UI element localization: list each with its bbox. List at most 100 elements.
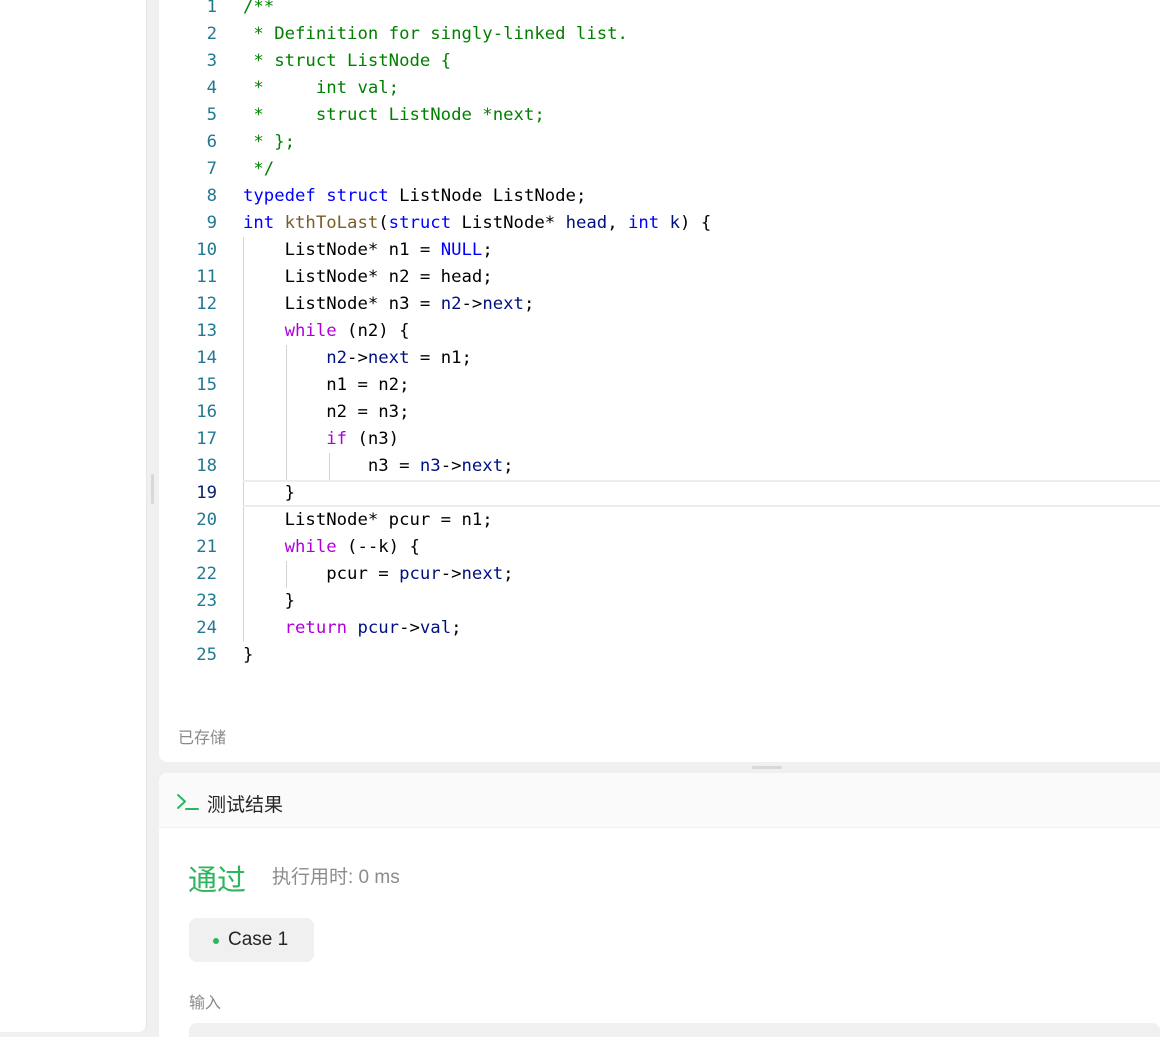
input-value-box: [189, 1023, 1160, 1037]
horizontal-resize-handle[interactable]: [752, 766, 782, 769]
code-text: /**: [243, 0, 274, 21]
code-token: * };: [243, 132, 296, 152]
code-token: }: [243, 591, 296, 611]
code-line[interactable]: 19 }: [159, 480, 1160, 507]
code-token: int: [243, 213, 275, 233]
code-token: ) {: [680, 213, 712, 233]
code-line[interactable]: 1 /**: [159, 0, 1160, 21]
code-token: n2 = n3;: [243, 402, 410, 422]
case-tab-1[interactable]: Case 1: [189, 918, 314, 962]
line-number: 8: [206, 186, 217, 206]
code-line[interactable]: 2 * Definition for singly-linked list.: [159, 21, 1160, 48]
code-token: k: [669, 213, 681, 233]
code-text: while (n2) {: [243, 318, 410, 345]
code-line[interactable]: 21 while (--k) {: [159, 534, 1160, 561]
code-token: kthToLast: [284, 213, 379, 233]
left-panel: [0, 0, 147, 1032]
code-token: (: [378, 213, 389, 233]
code-token: ->: [399, 618, 420, 638]
code-token: ListNode ListNode;: [388, 186, 587, 206]
code-token: int: [628, 213, 660, 233]
line-number: 3: [206, 51, 217, 71]
code-token: ;: [451, 618, 462, 638]
code-token: next: [367, 348, 410, 368]
code-line[interactable]: 13 while (n2) {: [159, 318, 1160, 345]
code-token: struct: [388, 213, 452, 233]
code-line[interactable]: 18 n3 = n3->next;: [159, 453, 1160, 480]
code-text: if (n3): [243, 426, 399, 453]
code-token: (--k) {: [336, 537, 420, 557]
case-tab-label: Case 1: [228, 929, 289, 950]
code-token: n1 = n2;: [243, 375, 410, 395]
code-line[interactable]: 5 * struct ListNode *next;: [159, 102, 1160, 129]
terminal-icon: [177, 794, 199, 810]
code-line[interactable]: 7 */: [159, 156, 1160, 183]
code-line[interactable]: 15 n1 = n2;: [159, 372, 1160, 399]
code-text: * Definition for singly-linked list.: [243, 21, 628, 48]
code-token: ->: [440, 564, 462, 584]
code-line[interactable]: 14 n2->next = n1;: [159, 345, 1160, 372]
code-token: }: [243, 483, 296, 503]
test-result-panel: 测试结果 通过 执行用时: 0 ms Case 1 输入: [159, 773, 1160, 1037]
code-token: ;: [523, 294, 535, 314]
code-token: typedef: [243, 186, 316, 206]
line-number: 20: [196, 510, 217, 530]
case-status-dot: [213, 938, 219, 944]
code-line[interactable]: 11 ListNode* n2 = head;: [159, 264, 1160, 291]
code-text: }: [243, 480, 295, 507]
runtime-info: 执行用时: 0 ms: [272, 867, 400, 888]
code-line[interactable]: 20 ListNode* pcur = n1;: [159, 507, 1160, 534]
line-number: 10: [196, 240, 217, 260]
indent-guide: [243, 480, 244, 507]
line-number: 9: [206, 213, 217, 233]
code-text: int kthToLast(struct ListNode* head, int…: [243, 210, 711, 237]
code-token: ListNode*: [451, 213, 566, 233]
vertical-resize-handle[interactable]: [151, 474, 154, 504]
code-line[interactable]: 22 pcur = pcur->next;: [159, 561, 1160, 588]
code-line[interactable]: 17 if (n3): [159, 426, 1160, 453]
code-text: while (--k) {: [243, 534, 420, 561]
code-token: if: [326, 429, 348, 449]
code-line[interactable]: 16 n2 = n3;: [159, 399, 1160, 426]
code-text: pcur = pcur->next;: [243, 561, 514, 588]
line-number: 24: [196, 618, 217, 638]
code-area[interactable]: 1 /** 2 * Definition for singly-linked lis…: [159, 0, 1160, 669]
code-line[interactable]: 25}: [159, 642, 1160, 669]
code-token: /**: [243, 0, 275, 17]
code-token: val: [419, 618, 452, 638]
code-line[interactable]: 8 typedef struct ListNode ListNode;: [159, 183, 1160, 210]
line-number: 6: [206, 132, 217, 152]
code-token: = n1;: [409, 348, 472, 368]
line-number: 11: [196, 267, 217, 287]
code-token: ;: [503, 564, 514, 584]
code-text: */: [243, 156, 274, 183]
code-line[interactable]: 9 int kthToLast(struct ListNode* head, in…: [159, 210, 1160, 237]
code-token: * struct ListNode *next;: [243, 105, 545, 125]
code-line[interactable]: 3 * struct ListNode {: [159, 48, 1160, 75]
code-editor[interactable]: 1 /** 2 * Definition for singly-linked lis…: [159, 0, 1160, 762]
code-token: return: [284, 618, 348, 638]
code-token: (n2) {: [336, 321, 410, 341]
code-line[interactable]: 24 return pcur->val;: [159, 615, 1160, 642]
result-header: 测试结果: [159, 773, 1160, 828]
code-line[interactable]: 4 * int val;: [159, 75, 1160, 102]
result-title: 测试结果: [207, 795, 284, 816]
code-token: * int val;: [243, 78, 400, 98]
code-text: ListNode* pcur = n1;: [243, 507, 493, 534]
code-line[interactable]: 10 ListNode* n1 = NULL;: [159, 237, 1160, 264]
line-number: 5: [206, 105, 217, 125]
code-line[interactable]: 23 }: [159, 588, 1160, 615]
code-token: head: [565, 213, 608, 233]
code-text: ListNode* n1 = NULL;: [243, 237, 493, 264]
code-token: ListNode* pcur = n1;: [243, 510, 493, 530]
line-number: 1: [206, 0, 217, 17]
code-text: }: [243, 642, 253, 669]
code-line[interactable]: 12 ListNode* n3 = n2->next;: [159, 291, 1160, 318]
code-line[interactable]: 6 * };: [159, 129, 1160, 156]
code-token: ListNode* n1 =: [243, 240, 441, 260]
code-token: next: [461, 564, 504, 584]
